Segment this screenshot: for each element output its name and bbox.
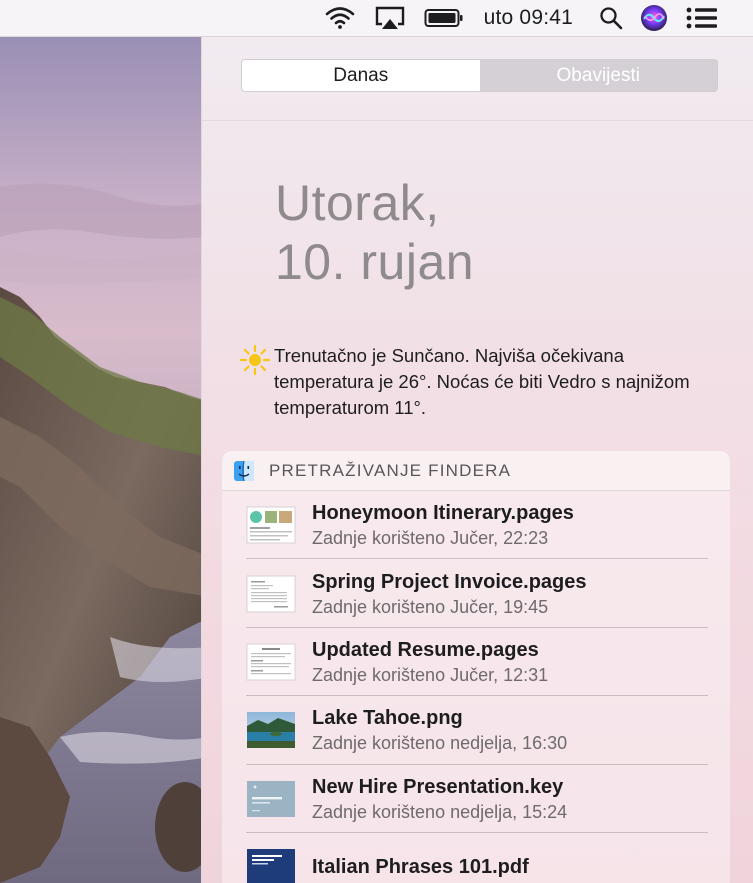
result-meta: Zadnje korišteno nedjelja, 16:30 (312, 733, 568, 754)
list-item[interactable]: Honeymoon Itinerary.pages Zadnje korište… (222, 491, 730, 560)
result-meta: Zadnje korišteno Jučer, 19:45 (312, 596, 549, 617)
weather-summary: Trenutačno je Sunčano. Najviša očekivana… (238, 343, 728, 421)
pages-document-thumbnail (246, 505, 296, 545)
divider (202, 120, 753, 121)
pdf-thumbnail (246, 847, 296, 883)
airplay-icon[interactable] (372, 0, 408, 37)
siri-icon[interactable] (639, 0, 669, 37)
list-item[interactable]: New Hire Presentation.key Zadnje korište… (222, 765, 730, 834)
list-item[interactable]: Spring Project Invoice.pages Zadnje kori… (222, 559, 730, 629)
notification-center-panel: Danas Obavijesti Utorak, 10. rujan Trenu… (201, 37, 753, 883)
result-name: New Hire Presentation.key (312, 775, 564, 798)
pages-document-thumbnail (246, 574, 296, 614)
result-meta: Zadnje korišteno Jučer, 12:31 (312, 664, 549, 685)
result-meta: Zadnje korišteno Jučer, 22:23 (312, 528, 549, 549)
result-name: Spring Project Invoice.pages (312, 570, 587, 593)
list-item[interactable]: Updated Resume.pages Zadnje korišteno Ju… (222, 628, 730, 697)
finder-search-widget: PRETRAŽIVANJE FINDERA Honeymoon Itinerar… (222, 451, 730, 883)
pages-document-thumbnail (246, 642, 296, 682)
wifi-icon[interactable] (322, 0, 358, 37)
finder-icon (234, 460, 254, 481)
search-results-list: Honeymoon Itinerary.pages Zadnje korište… (222, 491, 730, 883)
result-name: Honeymoon Itinerary.pages (312, 502, 574, 525)
result-name: Lake Tahoe.png (312, 707, 463, 730)
view-switcher: Danas Obavijesti (241, 59, 718, 92)
list-item[interactable]: Italian Phrases 101.pdf (222, 833, 730, 883)
widget-title: PRETRAŽIVANJE FINDERA (269, 460, 512, 480)
date-weekday: Utorak, (275, 175, 440, 231)
result-meta: Zadnje korišteno nedjelja, 15:24 (312, 801, 568, 822)
keynote-thumbnail (246, 779, 296, 819)
date-day-month: 10. rujan (275, 234, 475, 290)
tab-notifications[interactable]: Obavijesti (479, 60, 717, 91)
widget-header: PRETRAŽIVANJE FINDERA (222, 451, 730, 491)
tab-today[interactable]: Danas (242, 60, 480, 91)
battery-icon[interactable] (422, 0, 466, 37)
sun-icon (239, 344, 271, 376)
result-name: Updated Resume.pages (312, 638, 539, 661)
search-icon[interactable] (597, 0, 625, 37)
weather-text: Trenutačno je Sunčano. Najviša očekivana… (274, 345, 690, 418)
list-item[interactable]: Lake Tahoe.png Zadnje korišteno nedjelja… (222, 696, 730, 765)
menu-bar-clock[interactable]: uto 09:41 (484, 6, 573, 30)
image-thumbnail (246, 710, 296, 750)
menu-bar: uto 09:41 (0, 0, 753, 37)
notification-center-icon[interactable] (685, 0, 719, 37)
result-name: Italian Phrases 101.pdf (312, 856, 529, 879)
desktop-wallpaper (0, 37, 210, 883)
